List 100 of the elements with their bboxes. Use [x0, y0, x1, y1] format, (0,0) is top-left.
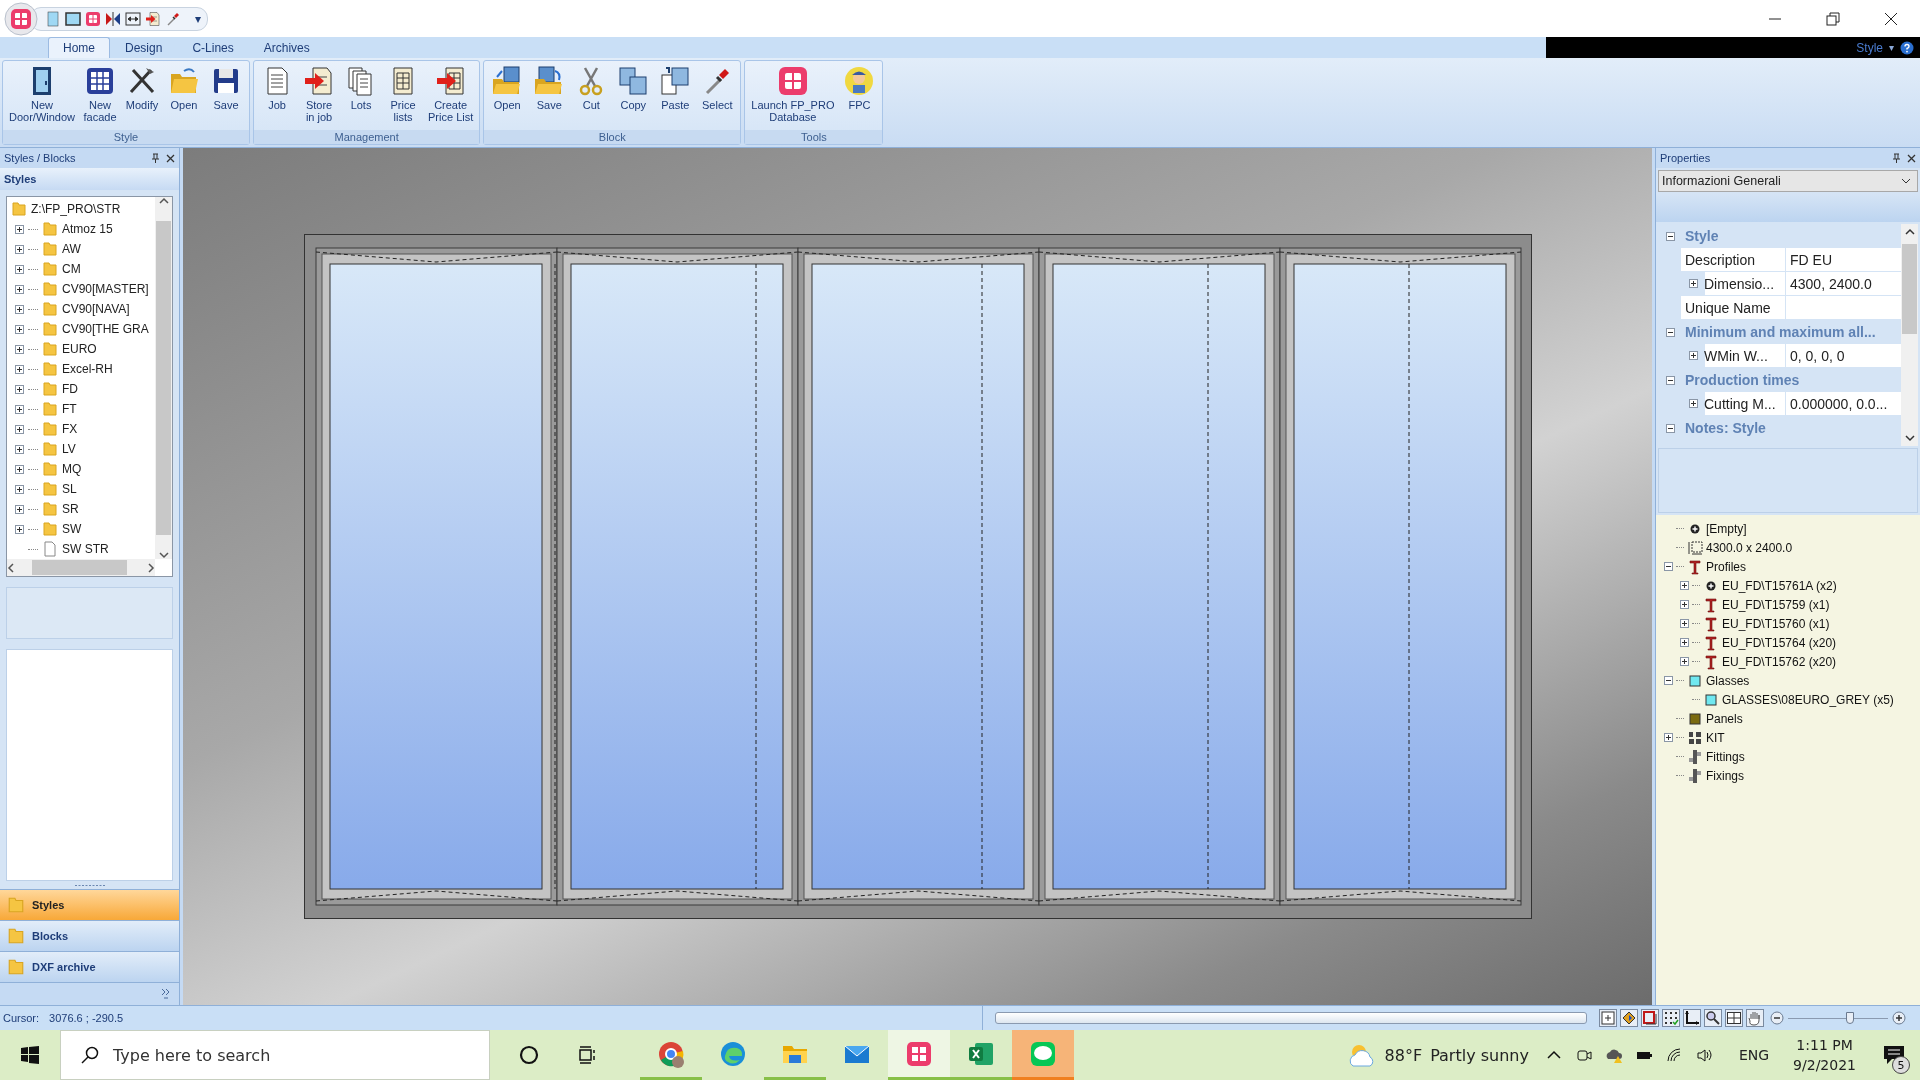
category-dropdown[interactable]: Informazioni Generali — [1658, 170, 1918, 192]
speaker-icon[interactable] — [1694, 1046, 1713, 1064]
scroll-right-icon[interactable] — [147, 562, 155, 573]
tree-item[interactable]: Excel-RH — [62, 362, 113, 376]
ribbon-button[interactable]: Select — [697, 63, 738, 130]
width-arrows-icon[interactable] — [125, 10, 141, 27]
ribbon-button[interactable]: Price lists — [383, 63, 424, 130]
tree-item[interactable]: LV — [62, 442, 76, 456]
frame-icon[interactable] — [65, 10, 81, 27]
ribbon-tab[interactable]: Design — [110, 37, 178, 58]
tree-item[interactable]: [Empty] — [1706, 521, 1747, 536]
tree-item[interactable]: Z:\FP_PRO\STR — [31, 202, 121, 216]
splitter-grip-icon[interactable] — [74, 883, 105, 887]
tree-item[interactable]: EU_FD\T15762 (x20) — [1722, 654, 1837, 669]
close-icon[interactable] — [1907, 153, 1916, 163]
ribbon-button[interactable]: Open — [164, 63, 205, 130]
vertical-scrollbar[interactable] — [1901, 224, 1918, 446]
property-value[interactable]: 0.000000, 0.0... — [1786, 392, 1901, 416]
expand-icon[interactable] — [15, 224, 24, 234]
dropper-icon[interactable] — [165, 10, 181, 27]
tree-item[interactable]: AW — [62, 242, 81, 256]
expand-icon[interactable] — [15, 484, 24, 494]
ribbon-button[interactable]: Launch FP_PRO Database — [748, 63, 838, 130]
navigation-button[interactable]: DXF archive — [0, 951, 179, 982]
expand-icon[interactable] — [1689, 351, 1698, 360]
database-app-icon[interactable] — [85, 10, 101, 27]
ribbon-button[interactable]: Save — [206, 63, 247, 130]
expand-icon[interactable] — [15, 304, 24, 314]
ribbon-tab[interactable]: Archives — [248, 37, 325, 58]
scroll-down-icon[interactable] — [1904, 434, 1915, 442]
tree-item[interactable]: SL — [62, 482, 77, 496]
pin-icon[interactable] — [151, 153, 160, 163]
ribbon-button[interactable]: Job — [257, 63, 298, 130]
expand-icon[interactable] — [15, 284, 24, 294]
app-logo-icon[interactable] — [4, 1, 38, 36]
search-field[interactable]: Type here to search — [60, 1030, 490, 1080]
collapse-icon[interactable] — [1666, 375, 1675, 385]
expand-icon[interactable] — [1680, 600, 1689, 609]
tree-item[interactable]: FT — [62, 402, 77, 416]
expand-icon[interactable] — [1680, 657, 1689, 666]
ribbon-button[interactable]: Paste — [655, 63, 696, 130]
zoom-in-icon[interactable] — [1892, 1011, 1906, 1025]
ribbon-button[interactable]: New facade — [80, 63, 121, 130]
property-value[interactable]: 4300, 2400.0 — [1786, 272, 1901, 296]
expand-icon[interactable] — [15, 264, 24, 274]
expand-icon[interactable] — [15, 524, 24, 534]
tree-item[interactable]: 4300.0 x 2400.0 — [1706, 540, 1793, 555]
tree-item[interactable]: CM — [62, 262, 81, 276]
tree-item[interactable]: Fixings — [1706, 768, 1744, 783]
tree-item[interactable]: CV90[NAVA] — [62, 302, 130, 316]
expand-icon[interactable] — [15, 324, 24, 334]
ribbon-button[interactable]: FPC — [839, 63, 880, 130]
pin-icon[interactable] — [1892, 153, 1901, 163]
windows-start-icon[interactable] — [21, 1046, 39, 1064]
help-icon[interactable] — [1900, 40, 1914, 55]
split-arrows-icon[interactable] — [105, 10, 121, 27]
task-view-icon[interactable] — [577, 1045, 597, 1065]
scroll-left-icon[interactable] — [7, 562, 15, 573]
style-menu-button[interactable]: Style — [1856, 40, 1883, 55]
collapse-icon[interactable] — [1664, 676, 1673, 685]
language-indicator[interactable]: ENG — [1726, 1030, 1782, 1080]
tree-item[interactable]: SR — [62, 502, 79, 516]
collapse-icon[interactable] — [1666, 327, 1675, 337]
vertical-scrollbar[interactable] — [155, 197, 172, 559]
taskbar-app-button[interactable] — [888, 1030, 950, 1080]
taskbar-app-button[interactable] — [1012, 1030, 1074, 1080]
layers-icon[interactable] — [1620, 1009, 1638, 1027]
search-icon[interactable] — [1704, 1009, 1722, 1027]
tree-item[interactable]: GLASSES\08EURO_GREY (x5) — [1722, 692, 1894, 707]
tree-item[interactable]: Atmoz 15 — [62, 222, 113, 236]
ribbon-button[interactable]: Lots — [341, 63, 382, 130]
collapse-icon[interactable] — [1664, 562, 1673, 571]
expand-icon[interactable] — [15, 464, 24, 474]
expand-icon[interactable] — [1680, 581, 1689, 590]
expand-icon[interactable] — [15, 444, 24, 454]
expand-icon[interactable] — [15, 344, 24, 354]
tree-item[interactable]: SW STR — [62, 542, 109, 556]
zoom-extents-icon[interactable] — [1599, 1009, 1617, 1027]
ribbon-button[interactable]: Cut — [571, 63, 612, 130]
expand-icon[interactable] — [15, 384, 24, 394]
ribbon-button[interactable]: Modify — [122, 63, 163, 130]
expand-icon[interactable] — [15, 364, 24, 374]
navigation-button[interactable]: Styles — [0, 889, 179, 920]
dropdown-arrow[interactable]: ▾ — [1889, 42, 1894, 53]
expand-icon[interactable] — [1680, 638, 1689, 647]
ribbon-button[interactable]: Copy — [613, 63, 654, 130]
tree-item[interactable]: EU_FD\T15760 (x1) — [1722, 616, 1830, 631]
expand-icon[interactable] — [15, 424, 24, 434]
tree-item[interactable]: EU_FD\T15759 (x1) — [1722, 597, 1830, 612]
tree-item[interactable]: FX — [62, 422, 78, 436]
zoom-slider[interactable] — [1788, 1012, 1888, 1024]
tree-item[interactable]: EURO — [62, 342, 97, 356]
expand-icon[interactable] — [1689, 279, 1698, 288]
scroll-up-icon[interactable] — [1904, 228, 1915, 236]
ribbon-button[interactable]: New Door/Window — [6, 63, 79, 130]
scroll-up-icon[interactable] — [158, 197, 169, 205]
tree-item[interactable]: Fittings — [1706, 749, 1745, 764]
tree-item[interactable]: Profiles — [1706, 559, 1746, 574]
tree-item[interactable]: SW — [62, 522, 82, 536]
frame-icon[interactable] — [1641, 1009, 1659, 1027]
